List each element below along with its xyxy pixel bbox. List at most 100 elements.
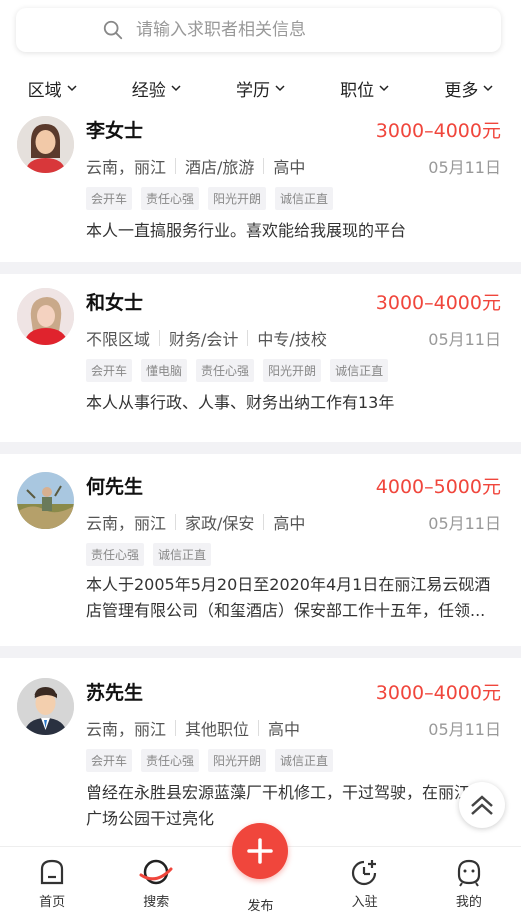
tag: 阳光开朗 bbox=[208, 749, 267, 772]
post-date: 05月11日 bbox=[428, 514, 501, 533]
salary-range: 3000–4000元 bbox=[375, 682, 501, 704]
divider bbox=[175, 720, 177, 736]
meta-location: 云南，丽江 bbox=[86, 514, 167, 533]
tag: 会开车 bbox=[86, 359, 133, 382]
candidate-description: 本人从事行政、人事、财务出纳工作有13年 bbox=[86, 393, 395, 412]
filter-label: 更多 bbox=[444, 80, 479, 101]
tab-publish[interactable]: 发布 bbox=[215, 823, 305, 912]
candidate-card[interactable]: 李女士 3000–4000元 云南，丽江 酒店/旅游 高中 05月11日 会开车… bbox=[0, 114, 521, 262]
meta-location: 云南，丽江 bbox=[86, 158, 167, 177]
candidate-description: 本人于2005年5月20日至2020年4月1日在丽江易云砚酒店管理有限公司（和玺… bbox=[86, 575, 491, 620]
meta-education: 高中 bbox=[268, 720, 301, 739]
chevron-down-icon bbox=[379, 85, 389, 92]
tab-search[interactable]: 搜索 bbox=[111, 847, 201, 912]
post-date: 05月11日 bbox=[428, 158, 501, 177]
tab-label: 发布 bbox=[247, 899, 274, 912]
candidate-description: 本人一直搞服务行业。喜欢能给我展现的平台 bbox=[86, 221, 407, 240]
tag: 责任心强 bbox=[86, 543, 145, 566]
meta-industry: 财务/会计 bbox=[169, 330, 239, 349]
candidate-meta: 云南，丽江 酒店/旅游 高中 bbox=[86, 154, 305, 178]
chevron-up-icon bbox=[471, 795, 493, 815]
filter-label: 学历 bbox=[235, 80, 270, 101]
candidate-name: 苏先生 bbox=[86, 682, 144, 704]
tag: 诚信正直 bbox=[275, 749, 334, 772]
divider bbox=[263, 158, 265, 174]
candidate-name: 何先生 bbox=[86, 476, 144, 498]
chevron-down-icon bbox=[483, 85, 493, 92]
user-icon bbox=[457, 859, 480, 887]
candidate-card[interactable]: 和女士 3000–4000元 不限区域 财务/会计 中专/技校 05月11日 会… bbox=[0, 274, 521, 442]
meta-education: 高中 bbox=[273, 514, 306, 533]
meta-industry: 家政/保安 bbox=[185, 514, 255, 533]
meta-industry: 酒店/旅游 bbox=[185, 158, 255, 177]
candidate-meta: 云南，丽江 家政/保安 高中 bbox=[86, 510, 305, 534]
divider bbox=[263, 514, 265, 530]
chevron-down-icon bbox=[171, 85, 181, 92]
tag: 责任心强 bbox=[196, 359, 255, 382]
add-entry-icon bbox=[351, 860, 376, 886]
divider bbox=[159, 330, 161, 346]
divider bbox=[258, 720, 260, 736]
divider bbox=[175, 158, 177, 174]
filter-more[interactable]: 更多 bbox=[444, 76, 493, 101]
tab-label: 入驻 bbox=[351, 895, 378, 910]
publish-button[interactable] bbox=[232, 823, 289, 879]
tag-list: 责任心强 诚信正直 bbox=[86, 543, 220, 566]
filter-experience[interactable]: 经验 bbox=[132, 76, 181, 101]
tag: 懂电脑 bbox=[141, 359, 188, 382]
meta-education: 中专/技校 bbox=[257, 330, 327, 349]
meta-location: 云南，丽江 bbox=[86, 720, 167, 739]
candidate-meta: 不限区域 财务/会计 中专/技校 bbox=[86, 326, 327, 350]
home-icon bbox=[40, 859, 64, 885]
tag: 诚信正直 bbox=[330, 359, 389, 382]
tag: 诚信正直 bbox=[275, 187, 334, 210]
plus-icon bbox=[247, 838, 274, 864]
tab-label: 搜索 bbox=[143, 895, 170, 910]
avatar bbox=[17, 288, 74, 345]
candidate-card[interactable]: 何先生 4000–5000元 云南，丽江 家政/保安 高中 05月11日 责任心… bbox=[0, 454, 521, 646]
chevron-down-icon bbox=[275, 85, 285, 92]
filter-region[interactable]: 区域 bbox=[28, 76, 77, 101]
bottom-tab-bar: 首页 搜索 发布 入驻 我的 bbox=[0, 823, 521, 912]
avatar bbox=[17, 472, 74, 529]
post-date: 05月11日 bbox=[428, 720, 501, 739]
divider bbox=[247, 330, 249, 346]
back-to-top-button[interactable] bbox=[459, 782, 505, 828]
tab-label: 首页 bbox=[39, 895, 66, 910]
candidate-list: 李女士 3000–4000元 云南，丽江 酒店/旅游 高中 05月11日 会开车… bbox=[0, 114, 521, 858]
divider bbox=[0, 646, 521, 658]
search-tab-icon bbox=[139, 859, 173, 885]
filter-position[interactable]: 职位 bbox=[340, 76, 389, 101]
avatar bbox=[17, 116, 74, 173]
search-box[interactable] bbox=[16, 8, 501, 52]
chevron-down-icon bbox=[67, 85, 77, 92]
salary-range: 3000–4000元 bbox=[375, 120, 501, 142]
candidate-meta: 云南，丽江 其他职位 高中 bbox=[86, 716, 300, 740]
candidate-name: 和女士 bbox=[86, 292, 144, 314]
tab-label: 我的 bbox=[455, 895, 482, 910]
filter-label: 经验 bbox=[131, 80, 166, 101]
filter-bar: 区域 经验 学历 职位 更多 bbox=[0, 62, 521, 114]
tag: 责任心强 bbox=[141, 187, 200, 210]
post-date: 05月11日 bbox=[428, 330, 501, 349]
page: 区域 经验 学历 职位 更多 bbox=[0, 0, 521, 912]
tag: 会开车 bbox=[86, 187, 133, 210]
search-icon bbox=[103, 20, 123, 40]
filter-label: 职位 bbox=[340, 80, 375, 101]
search-input[interactable] bbox=[136, 20, 436, 40]
tab-mine[interactable]: 我的 bbox=[424, 847, 514, 912]
meta-location: 不限区域 bbox=[86, 330, 151, 349]
meta-industry: 其他职位 bbox=[185, 720, 250, 739]
candidate-description: 曾经在永胜县宏源蓝藻厂干机修工，干过驾驶，在丽江各广场公园干过亮化 bbox=[86, 783, 487, 828]
salary-range: 3000–4000元 bbox=[375, 292, 501, 314]
tab-home[interactable]: 首页 bbox=[7, 847, 97, 912]
tag-list: 会开车 责任心强 阳光开朗 诚信正直 bbox=[86, 749, 342, 772]
tag: 阳光开朗 bbox=[263, 359, 322, 382]
avatar bbox=[17, 678, 74, 735]
tag-list: 会开车 责任心强 阳光开朗 诚信正直 bbox=[86, 187, 342, 210]
tag: 责任心强 bbox=[141, 749, 200, 772]
tab-join[interactable]: 入驻 bbox=[320, 847, 410, 912]
tag-list: 会开车 懂电脑 责任心强 阳光开朗 诚信正直 bbox=[86, 359, 397, 382]
divider bbox=[175, 514, 177, 530]
filter-education[interactable]: 学历 bbox=[236, 76, 285, 101]
